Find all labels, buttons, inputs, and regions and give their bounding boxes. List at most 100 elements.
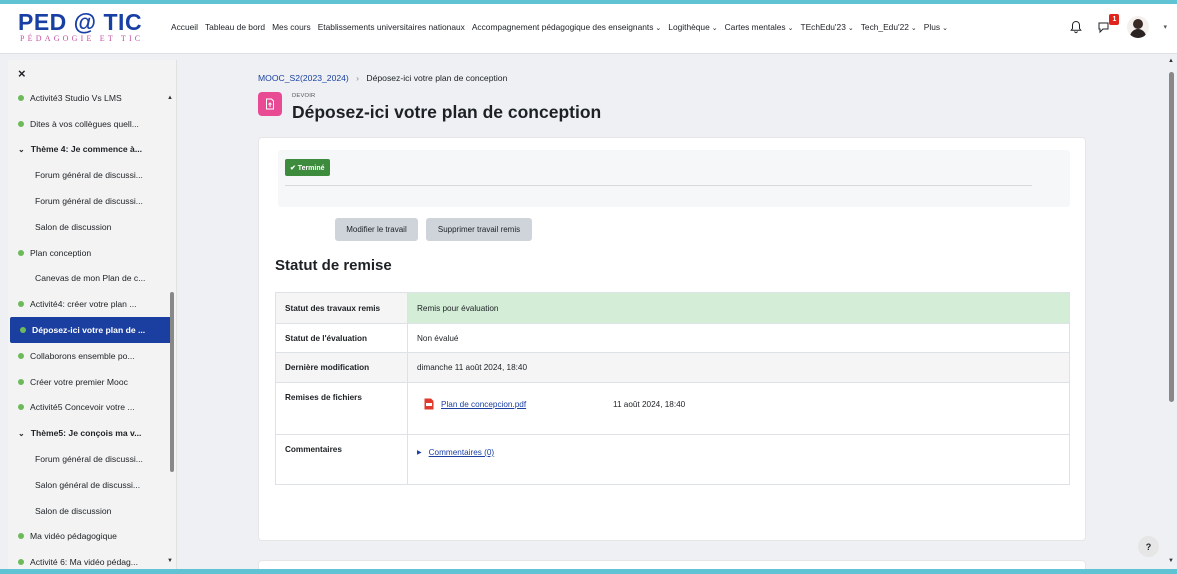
sidebar-item[interactable]: Ma vidéo pédagogique (8, 524, 177, 550)
nav-item-3[interactable]: Etablissements universitaires nationaux (318, 22, 465, 32)
comments-link-text[interactable]: Commentaires (0) (429, 448, 495, 457)
sidebar-item-label: Déposez-ici votre plan de ... (32, 325, 146, 336)
sidebar-item[interactable]: Forum général de discussi... (8, 446, 177, 472)
submitted-file-row: Plan de concepcion.pdf 11 août 2024, 18:… (417, 398, 1060, 410)
completion-dot-icon (18, 533, 24, 540)
page-scroll-down-icon[interactable]: ▼ (1168, 558, 1174, 564)
last-modified-label: Dernière modification (275, 352, 408, 383)
sidebar-item-label: Activité 6: Ma vidéo pédag... (30, 557, 138, 568)
nav-item-label: Cartes mentales (724, 22, 786, 32)
grading-status-label: Statut de l'évaluation (275, 323, 408, 353)
close-drawer-button[interactable]: × (18, 66, 26, 81)
table-row: Statut de l'évaluation Non évalué (275, 323, 1070, 353)
page-scroll-thumb[interactable] (1169, 72, 1174, 402)
completion-divider (285, 185, 1032, 186)
sidebar-item[interactable]: Dites à vos collègues quell... (8, 111, 177, 137)
sidebar-item-label: Salon de discussion (35, 221, 112, 232)
comments-toggle[interactable]: ▶ Commentaires (0) (417, 448, 1060, 457)
sidebar-item[interactable]: ⌄ Thème5: Je conçois ma v... (8, 420, 177, 446)
edit-submission-button[interactable]: Modifier le travail (335, 218, 418, 241)
nav-item-label: Accompagnement pédagogique des enseignan… (471, 22, 654, 32)
drawer-scroll-up-icon[interactable]: ▲ (167, 95, 173, 101)
nav-item-9[interactable]: Plus ⌄ (924, 22, 948, 32)
submitted-file-link[interactable]: Plan de concepcion.pdf (441, 400, 613, 409)
primary-nav: Accueil Tableau de bord Mes cours Etablisse… (171, 22, 955, 32)
nav-item-label: Tech_Edu'22 (860, 22, 909, 32)
bottom-accent-strip (0, 569, 1177, 574)
chevron-down-icon: ⌄ (910, 25, 917, 32)
last-modified-value: dimanche 11 août 2024, 18:40 (407, 352, 1070, 383)
completion-dot-icon (18, 249, 24, 256)
nav-item-label: TEchEdu'23 (800, 22, 846, 32)
section-chevron-down-icon[interactable]: ⌄ (18, 429, 25, 438)
breadcrumb-current: Déposez-ici votre plan de conception (366, 73, 508, 83)
sidebar-item-label: Forum général de discussi... (35, 454, 143, 465)
comments-cell: ▶ Commentaires (0) (407, 434, 1070, 485)
pdf-file-icon (424, 398, 434, 410)
drawer-scroll-down-icon[interactable]: ▼ (167, 558, 173, 564)
completion-info-box (278, 150, 1070, 207)
sidebar-item[interactable]: Activité4: créer votre plan ... (8, 291, 177, 317)
breadcrumb-course-link[interactable]: MOOC_S2(2023_2024) (258, 73, 349, 83)
sidebar-item[interactable]: Activité5 Concevoir votre ... (8, 395, 177, 421)
file-submissions-label: Remises de fichiers (275, 382, 408, 435)
submission-status-heading: Statut de remise (275, 257, 392, 274)
sidebar-item[interactable]: Forum général de discussi... (8, 188, 177, 214)
sidebar-item[interactable]: Canevas de mon Plan de c... (8, 266, 177, 292)
drawer-scrollbar[interactable] (170, 292, 174, 472)
sidebar-item[interactable]: Salon général de discussi... (8, 472, 177, 498)
sidebar-item-label: Salon de discussion (35, 505, 112, 516)
sidebar-item[interactable]: Collaborons ensemble po... (8, 343, 177, 369)
submission-status-label: Statut des travaux remis (275, 292, 408, 324)
remove-submission-button[interactable]: Supprimer travail remis (426, 218, 532, 241)
sidebar-item[interactable]: Salon de discussion (8, 498, 177, 524)
user-menu-chevron-down-icon[interactable]: ▾ (1163, 23, 1167, 31)
sidebar-item[interactable]: Salon de discussion (8, 214, 177, 240)
sidebar-item-label: Ma vidéo pédagogique (30, 531, 117, 542)
nav-item-5[interactable]: Logithèque ⌄ (668, 22, 717, 32)
sidebar-item[interactable]: Forum général de discussi... (8, 162, 177, 188)
help-button[interactable]: ? (1138, 536, 1159, 557)
sidebar-item[interactable]: ⌄ Thème 4: Je commence à... (8, 137, 177, 163)
completion-dot-icon (20, 327, 26, 334)
messages-button[interactable]: 1 (1097, 14, 1120, 34)
upload-file-icon (266, 98, 274, 110)
avatar-body (1130, 29, 1147, 38)
nav-item-7[interactable]: TEchEdu'23 ⌄ (800, 22, 853, 32)
table-row: Statut des travaux remis Remis pour éval… (275, 292, 1070, 324)
completion-done-badge: ✔ Terminé (285, 159, 330, 176)
sidebar-item[interactable]: Activité3 Studio Vs LMS (8, 85, 177, 111)
notifications-bell-icon[interactable] (1069, 20, 1083, 34)
page-scrollbar[interactable]: ▲ ▼ (1168, 58, 1175, 570)
nav-item-8[interactable]: Tech_Edu'22 ⌄ (861, 22, 917, 32)
nav-item-6[interactable]: Cartes mentales ⌄ (725, 22, 794, 32)
nav-item-2[interactable]: Mes cours (272, 22, 311, 32)
sidebar-item-label: Collaborons ensemble po... (30, 350, 135, 361)
page-scroll-up-icon[interactable]: ▲ (1168, 58, 1174, 64)
chevron-down-icon: ⌄ (711, 25, 718, 32)
sidebar-item-label: Salon général de discussi... (35, 479, 141, 490)
sidebar-item[interactable]: Plan conception (8, 240, 177, 266)
nav-item-label: Accueil (171, 22, 198, 32)
site-logo[interactable]: PED @ TIC PÉDAGOGIE ET TIC (18, 10, 158, 48)
nav-item-1[interactable]: Tableau de bord (205, 22, 265, 32)
nav-item-label: Etablissements universitaires nationaux (317, 22, 465, 32)
sidebar-item-label: Activité4: créer votre plan ... (30, 299, 137, 310)
breadcrumb-separator: › (356, 73, 360, 83)
chevron-down-icon: ⌄ (942, 25, 948, 32)
sidebar-item-label: Activité5 Concevoir votre ... (30, 402, 135, 413)
chevron-down-icon: ⌄ (787, 25, 794, 32)
sidebar-item[interactable]: Déposez-ici votre plan de ... (10, 317, 172, 343)
nav-item-label: Logithèque (668, 22, 710, 32)
nav-item-label: Plus (923, 22, 941, 32)
section-chevron-down-icon[interactable]: ⌄ (18, 145, 25, 154)
user-avatar[interactable] (1127, 16, 1150, 38)
nav-item-4[interactable]: Accompagnement pédagogique des enseignan… (472, 22, 661, 32)
file-submissions-cell: Plan de concepcion.pdf 11 août 2024, 18:… (407, 382, 1070, 435)
nav-item-label: Tableau de bord (205, 22, 266, 32)
sidebar-item-label: Plan conception (30, 247, 92, 258)
sidebar-item[interactable]: Créer votre premier Mooc (8, 369, 177, 395)
nav-item-0[interactable]: Accueil (171, 22, 198, 32)
sidebar-item-label: Forum général de discussi... (35, 196, 143, 207)
submitted-file-date: 11 août 2024, 18:40 (613, 399, 686, 409)
